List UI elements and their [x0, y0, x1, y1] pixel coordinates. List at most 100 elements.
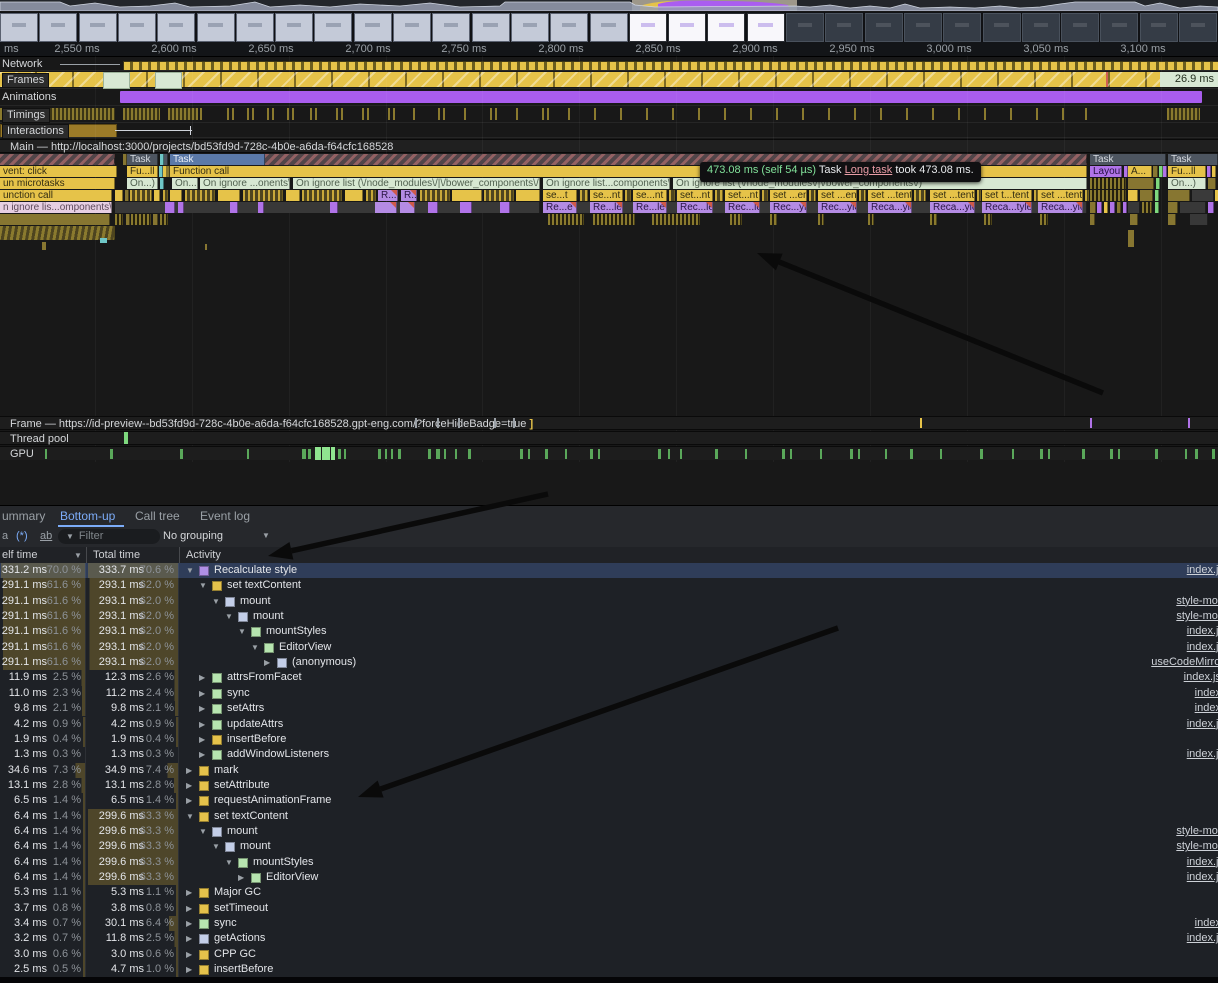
- timings-track-label[interactable]: Timings: [2, 108, 50, 123]
- main-thread-header[interactable]: Main — http://localhost:3000/projects/bd…: [0, 139, 1218, 153]
- disclosure-collapsed-icon[interactable]: ▶: [186, 793, 192, 808]
- table-row[interactable]: 1.9 ms0.4 %1.9 ms0.4 %▶insertBefore: [0, 732, 1218, 747]
- grouping-select[interactable]: No grouping: [163, 530, 223, 542]
- match-case-icon[interactable]: a: [2, 530, 8, 542]
- filmstrip-frame[interactable]: [1100, 13, 1138, 42]
- filmstrip-frame[interactable]: [118, 13, 156, 42]
- table-row[interactable]: 6.5 ms1.4 %6.5 ms1.4 %▶requestAnimationF…: [0, 793, 1218, 808]
- source-link[interactable]: index.js: [1187, 747, 1218, 762]
- frame-track-header[interactable]: Frame — https://id-preview--bd53fd9d-728…: [0, 416, 1218, 430]
- disclosure-expanded-icon[interactable]: ▼: [212, 839, 220, 854]
- table-row[interactable]: 331.2 ms70.0 %333.7 ms70.6 %▼Recalculate…: [0, 563, 1218, 578]
- filmstrip-frame[interactable]: [707, 13, 745, 42]
- table-row[interactable]: 13.1 ms2.8 %13.1 ms2.8 %▶setAttribute: [0, 778, 1218, 793]
- disclosure-collapsed-icon[interactable]: ▶: [199, 701, 205, 716]
- regex-icon[interactable]: (*): [16, 530, 28, 542]
- disclosure-collapsed-icon[interactable]: ▶: [186, 885, 192, 900]
- source-link[interactable]: index.: [1195, 686, 1218, 701]
- flame-bar[interactable]: se...t: [543, 190, 577, 201]
- flame-bar[interactable]: On...): [127, 178, 158, 189]
- table-row[interactable]: 34.6 ms7.3 %34.9 ms7.4 %▶mark: [0, 763, 1218, 778]
- source-link[interactable]: index.: [1195, 916, 1218, 931]
- animations-bar[interactable]: [120, 91, 1202, 103]
- match-whole-word-icon[interactable]: ab: [40, 530, 52, 542]
- table-row[interactable]: 3.2 ms0.7 %11.8 ms2.5 %▶getActionsindex.…: [0, 931, 1218, 946]
- filmstrip-frame[interactable]: [943, 13, 981, 42]
- flame-bar[interactable]: vent: click: [0, 166, 117, 177]
- table-row[interactable]: 6.4 ms1.4 %299.6 ms63.3 %▼mountstyle-mod: [0, 824, 1218, 839]
- flame-bar[interactable]: R...: [378, 190, 398, 201]
- disclosure-collapsed-icon[interactable]: ▶: [199, 732, 205, 747]
- disclosure-collapsed-icon[interactable]: ▶: [186, 931, 192, 946]
- activity-column-header[interactable]: Activity: [186, 549, 221, 561]
- flame-bar[interactable]: On...): [172, 178, 198, 189]
- source-link[interactable]: index.js: [1187, 563, 1218, 578]
- filmstrip-frame[interactable]: [275, 13, 313, 42]
- frames-track-label[interactable]: Frames: [2, 73, 49, 88]
- filmstrip-frame[interactable]: [1179, 13, 1217, 42]
- table-row[interactable]: 11.0 ms2.3 %11.2 ms2.4 %▶syncindex.: [0, 686, 1218, 701]
- disclosure-collapsed-icon[interactable]: ▶: [186, 916, 192, 931]
- filmstrip-frame[interactable]: [629, 13, 667, 42]
- total-time-column-header[interactable]: Total time: [93, 549, 140, 561]
- cpu-overview-chart[interactable]: [0, 0, 1218, 11]
- table-row[interactable]: 6.4 ms1.4 %299.6 ms63.3 %▼mountstyle-mod: [0, 839, 1218, 854]
- table-row[interactable]: 2.5 ms0.5 %4.7 ms1.0 %▶insertBefore: [0, 962, 1218, 977]
- source-link[interactable]: index.js: [1187, 640, 1218, 655]
- flame-bar[interactable]: set...nt: [725, 190, 760, 201]
- table-row[interactable]: 5.3 ms1.1 %5.3 ms1.1 %▶Major GC: [0, 885, 1218, 900]
- sort-caret-icon[interactable]: ▼: [74, 551, 82, 560]
- flame-bar[interactable]: Fu...ll: [1168, 166, 1206, 177]
- network-track-label[interactable]: Network: [2, 58, 42, 70]
- flame-bar[interactable]: Re...le: [633, 202, 667, 213]
- disclosure-expanded-icon[interactable]: ▼: [251, 640, 259, 655]
- filmstrip-frame[interactable]: [1061, 13, 1099, 42]
- filmstrip-frame[interactable]: [236, 13, 274, 42]
- table-row[interactable]: 6.4 ms1.4 %299.6 ms63.3 %▼set textConten…: [0, 809, 1218, 824]
- table-row[interactable]: 1.3 ms0.3 %1.3 ms0.3 %▶addWindowListener…: [0, 747, 1218, 762]
- filmstrip-frame[interactable]: [79, 13, 117, 42]
- flame-bar[interactable]: On ignore list...components\/): [543, 178, 670, 189]
- flame-bar[interactable]: set t...tent: [982, 190, 1032, 201]
- filmstrip-frame[interactable]: [511, 13, 549, 42]
- source-link[interactable]: index.js:: [1184, 670, 1218, 685]
- filmstrip-frame[interactable]: [354, 13, 392, 42]
- filmstrip-frame[interactable]: [0, 13, 38, 42]
- table-row[interactable]: 291.1 ms61.6 %293.1 ms62.0 %▼set textCon…: [0, 578, 1218, 593]
- table-row[interactable]: 9.8 ms2.1 %9.8 ms2.1 %▶setAttrsindex.: [0, 701, 1218, 716]
- filmstrip-frame[interactable]: [157, 13, 195, 42]
- source-link[interactable]: index.js: [1187, 717, 1218, 732]
- filmstrip-frame[interactable]: [590, 13, 628, 42]
- disclosure-expanded-icon[interactable]: ▼: [186, 809, 194, 824]
- table-row[interactable]: 291.1 ms61.6 %293.1 ms62.0 %▼EditorViewi…: [0, 640, 1218, 655]
- source-link[interactable]: style-mod: [1176, 839, 1218, 854]
- flame-bar[interactable]: set ...tent: [1038, 190, 1083, 201]
- flame-bar[interactable]: se...nt: [590, 190, 623, 201]
- filmstrip-frame[interactable]: [668, 13, 706, 42]
- source-link[interactable]: index.js: [1187, 624, 1218, 639]
- filmstrip-frame[interactable]: [904, 13, 942, 42]
- long-task-link[interactable]: Long task: [845, 164, 893, 176]
- flame-bar[interactable]: Task: [1168, 154, 1218, 165]
- flame-bar[interactable]: Task: [170, 154, 265, 165]
- filmstrip-frame[interactable]: [39, 13, 77, 42]
- disclosure-expanded-icon[interactable]: ▼: [199, 824, 207, 839]
- table-row[interactable]: 3.0 ms0.6 %3.0 ms0.6 %▶CPP GC: [0, 947, 1218, 962]
- source-link[interactable]: style-mod: [1176, 609, 1218, 624]
- filmstrip-frame[interactable]: [472, 13, 510, 42]
- flame-bar[interactable]: set...nt: [677, 190, 713, 201]
- flame-bar[interactable]: unction call: [0, 190, 112, 201]
- table-row[interactable]: 291.1 ms61.6 %293.1 ms62.0 %▶(anonymous)…: [0, 655, 1218, 670]
- filmstrip-frame[interactable]: [825, 13, 863, 42]
- flame-bar[interactable]: Task: [1090, 154, 1166, 165]
- filmstrip-frame[interactable]: [1140, 13, 1178, 42]
- disclosure-collapsed-icon[interactable]: ▶: [186, 947, 192, 962]
- flame-bar[interactable]: un microtasks: [0, 178, 115, 189]
- filmstrip-frame[interactable]: [393, 13, 431, 42]
- filmstrip-frame[interactable]: [197, 13, 235, 42]
- filmstrip-frame[interactable]: [1022, 13, 1060, 42]
- table-row[interactable]: 291.1 ms61.6 %293.1 ms62.0 %▼mountstyle-…: [0, 609, 1218, 624]
- flame-bar[interactable]: On ignore ...onents\/): [200, 178, 290, 189]
- filmstrip-frame[interactable]: [983, 13, 1021, 42]
- table-row[interactable]: 291.1 ms61.6 %293.1 ms62.0 %▼mountstyle-…: [0, 594, 1218, 609]
